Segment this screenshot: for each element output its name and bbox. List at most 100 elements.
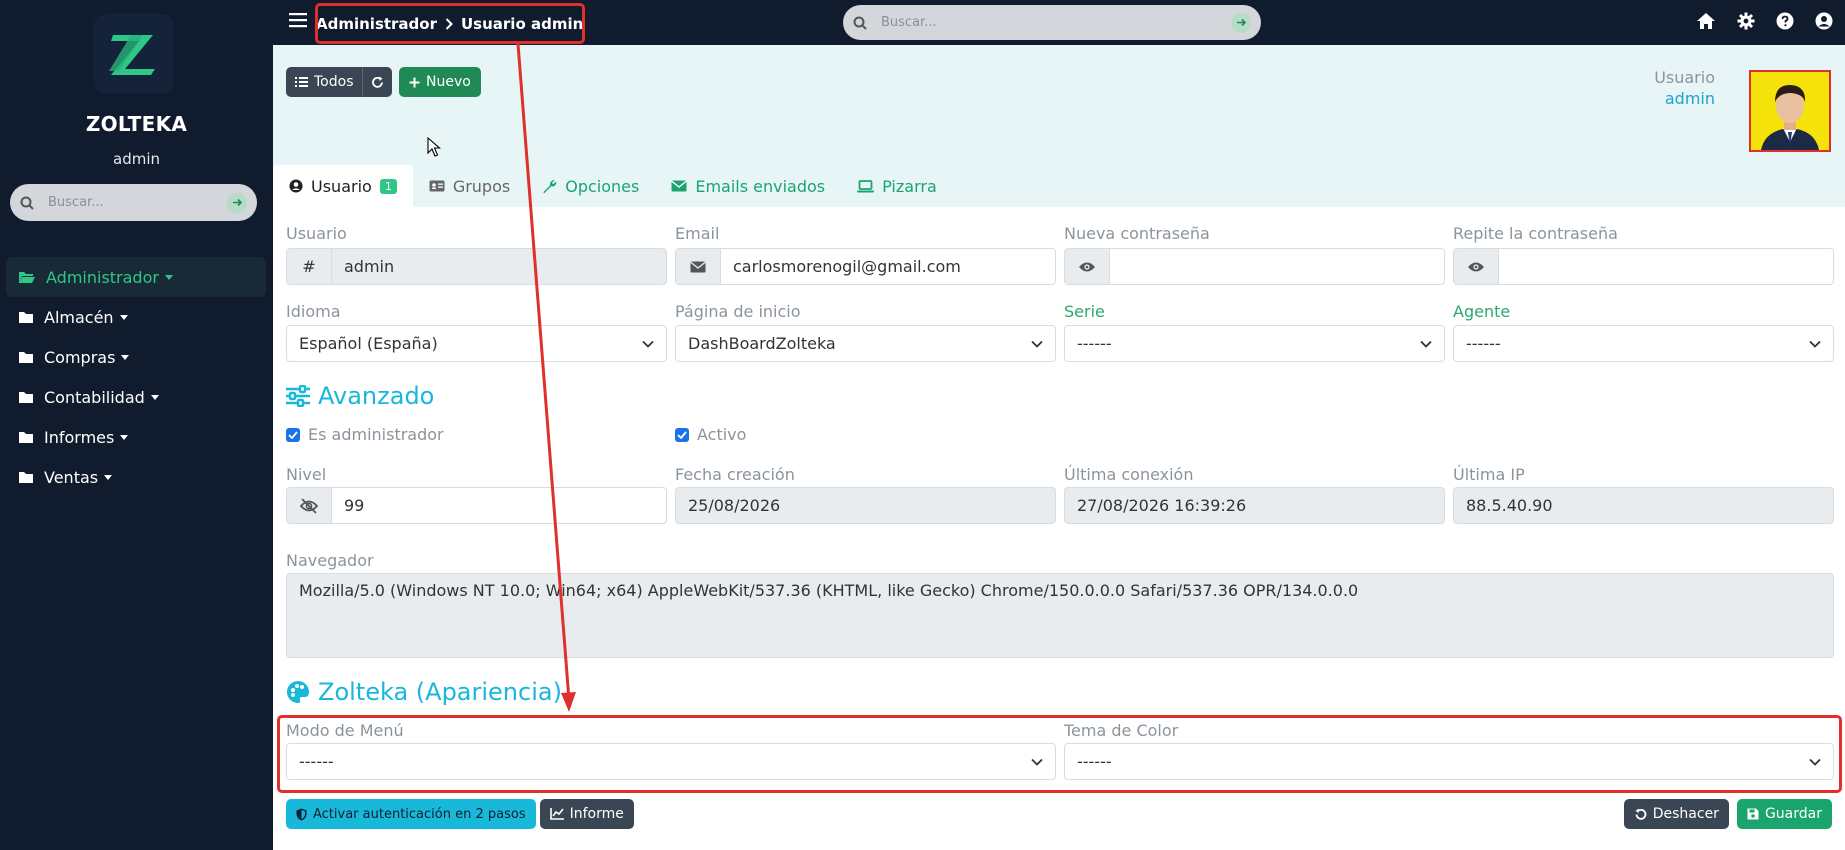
- nivel-value[interactable]: 99: [332, 496, 666, 515]
- caret-down-icon: [104, 474, 113, 480]
- refresh-button[interactable]: [362, 67, 393, 97]
- caret-down-icon: [119, 314, 128, 320]
- folder-icon: [18, 390, 34, 404]
- tab-grupos[interactable]: Grupos: [413, 165, 526, 207]
- nivel-label: Nivel: [286, 465, 327, 484]
- record-tabs: Usuario 1 Grupos Opciones Emails enviado…: [273, 165, 953, 207]
- go-arrow-icon[interactable]: [1231, 12, 1251, 33]
- hamburger-menu-icon[interactable]: [289, 12, 307, 28]
- email-field[interactable]: carlosmorenogil@gmail.com: [675, 248, 1056, 285]
- sidebar-search[interactable]: Buscar...: [10, 184, 257, 221]
- serie-label[interactable]: Serie: [1064, 302, 1105, 321]
- all-records-button[interactable]: Todos: [286, 67, 363, 97]
- home-icon[interactable]: [1696, 12, 1716, 30]
- save-button[interactable]: Guardar: [1736, 799, 1832, 829]
- chevron-down-icon: [1809, 340, 1821, 348]
- top-search-input[interactable]: Buscar...: [881, 15, 1231, 30]
- sidebar-item-compras[interactable]: Compras: [6, 337, 266, 377]
- new-record-button[interactable]: Nuevo: [399, 67, 481, 97]
- undo-icon: [1634, 808, 1647, 821]
- mouse-cursor-icon: [427, 137, 441, 157]
- report-button[interactable]: Informe: [539, 799, 634, 829]
- tab-pizarra[interactable]: Pizarra: [841, 165, 953, 207]
- sidebar-item-informes[interactable]: Informes: [6, 417, 266, 457]
- sliders-icon: [286, 385, 310, 407]
- agente-value: ------: [1466, 334, 1501, 353]
- sidebar-nav: Administrador Almacén Compras Contabilid…: [6, 257, 266, 497]
- tab-label: Emails enviados: [695, 176, 826, 196]
- top-search[interactable]: Buscar...: [843, 5, 1261, 40]
- sidebar-item-label: Ventas: [44, 467, 99, 487]
- nivel-field[interactable]: 99: [286, 487, 667, 524]
- agente-label[interactable]: Agente: [1453, 302, 1510, 321]
- folder-icon: [18, 310, 34, 324]
- serie-select[interactable]: ------: [1064, 325, 1445, 362]
- tab-opciones[interactable]: Opciones: [526, 165, 655, 207]
- enable-2fa-button[interactable]: Activar autenticación en 2 pasos: [286, 799, 536, 829]
- eye-slash-icon: [287, 488, 332, 523]
- folder-icon: [18, 430, 34, 444]
- chevron-down-icon: [1031, 340, 1043, 348]
- plus-icon: [409, 77, 420, 88]
- home-page-select[interactable]: DashBoardZolteka: [675, 325, 1056, 362]
- zolteka-logo[interactable]: [94, 14, 174, 94]
- sidebar-item-almacen[interactable]: Almacén: [6, 297, 266, 337]
- active-checkbox-label: Activo: [697, 425, 747, 444]
- idioma-select[interactable]: Español (España): [286, 325, 667, 362]
- usuario-label: Usuario: [286, 224, 347, 243]
- sidebar-item-label: Almacén: [44, 307, 114, 327]
- user-circle-icon[interactable]: [1815, 12, 1833, 30]
- laptop-icon: [857, 179, 875, 193]
- agente-select[interactable]: ------: [1453, 325, 1834, 362]
- undo-button[interactable]: Deshacer: [1623, 799, 1729, 829]
- user-circle-icon: [289, 179, 303, 193]
- sidebar-search-input[interactable]: Buscar...: [48, 195, 227, 210]
- annotation-box-breadcrumb: [315, 3, 585, 44]
- serie-value: ------: [1077, 334, 1112, 353]
- admin-checkbox[interactable]: Es administrador: [286, 425, 444, 444]
- caret-down-icon: [150, 394, 159, 400]
- folder-open-icon: [18, 270, 36, 284]
- eye-icon[interactable]: [1065, 249, 1110, 284]
- list-icon: [295, 76, 308, 88]
- record-header: Todos Nuevo Usuario admin Usuario 1 Grup…: [273, 45, 1845, 207]
- sidebar-item-label: Compras: [44, 347, 116, 367]
- hash-icon: #: [287, 249, 332, 284]
- navegador-textarea: Mozilla/5.0 (Windows NT 10.0; Win64; x64…: [286, 573, 1834, 658]
- envelope-icon: [676, 249, 721, 284]
- repeat-password-label: Repite la contraseña: [1453, 224, 1618, 243]
- sidebar-item-administrador[interactable]: Administrador: [6, 257, 266, 297]
- idioma-value: Español (España): [299, 334, 438, 353]
- home-page-label: Página de inicio: [675, 302, 801, 321]
- ultima-conexion-value: 27/08/2026 16:39:26: [1077, 496, 1247, 515]
- avatar[interactable]: [1749, 70, 1831, 152]
- brand-name: ZOLTEKA: [85, 112, 188, 136]
- email-value[interactable]: carlosmorenogil@gmail.com: [721, 257, 1055, 276]
- gear-icon[interactable]: [1737, 12, 1755, 30]
- eye-icon[interactable]: [1454, 249, 1499, 284]
- fecha-creacion-field: 25/08/2026: [675, 487, 1056, 524]
- new-password-field[interactable]: [1064, 248, 1445, 285]
- record-name-link[interactable]: admin: [1654, 88, 1715, 109]
- ultima-ip-field: 88.5.40.90: [1453, 487, 1834, 524]
- repeat-password-field[interactable]: [1453, 248, 1834, 285]
- tab-emails-enviados[interactable]: Emails enviados: [655, 165, 841, 207]
- help-icon[interactable]: [1776, 12, 1794, 30]
- go-arrow-icon[interactable]: [227, 192, 247, 213]
- home-page-value: DashBoardZolteka: [688, 334, 836, 353]
- shield-icon: [296, 808, 307, 821]
- sidebar-item-contabilidad[interactable]: Contabilidad: [6, 377, 266, 417]
- checkbox-checked-icon[interactable]: [286, 427, 300, 442]
- all-records-label: Todos: [314, 74, 354, 90]
- checkbox-checked-icon[interactable]: [675, 427, 689, 442]
- advanced-title-text: Avanzado: [318, 382, 435, 410]
- id-card-icon: [429, 180, 445, 192]
- tab-usuario[interactable]: Usuario 1: [273, 165, 413, 207]
- sidebar-item-ventas[interactable]: Ventas: [6, 457, 266, 497]
- active-checkbox[interactable]: Activo: [675, 425, 746, 444]
- folder-icon: [18, 350, 34, 364]
- folder-icon: [18, 470, 34, 484]
- appearance-title-text: Zolteka (Apariencia): [318, 678, 562, 706]
- tab-badge: 1: [379, 178, 397, 194]
- record-type-label: Usuario: [1654, 68, 1715, 87]
